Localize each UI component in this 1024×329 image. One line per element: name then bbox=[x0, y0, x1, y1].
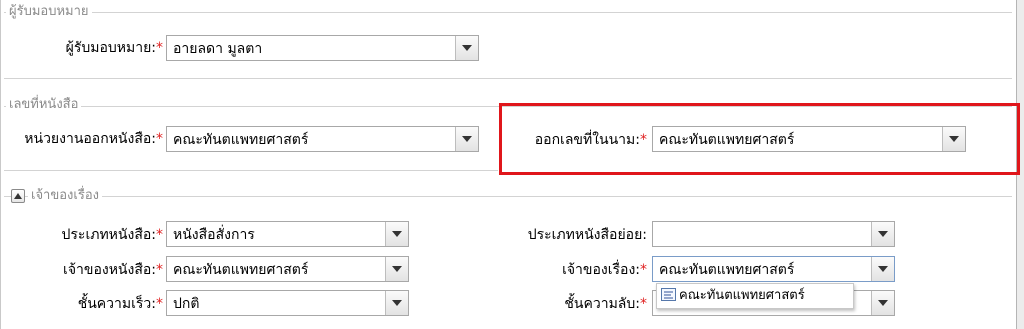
matter-owner-dropdown-list: คณะทันตแพทยศาสตร์ bbox=[656, 283, 854, 309]
required-mark: * bbox=[640, 262, 647, 278]
doc-type-select[interactable]: หนังสือสั่งการ bbox=[166, 221, 409, 247]
section-border-top bbox=[4, 196, 1012, 197]
assignee-select[interactable]: อายลดา มูลตา bbox=[166, 35, 479, 61]
chevron-up-icon bbox=[14, 193, 22, 199]
speed-select[interactable]: ปกติ bbox=[166, 290, 409, 316]
assignee-label-text: ผู้รับมอบหมาย: bbox=[65, 40, 156, 56]
section-border-top bbox=[4, 12, 1012, 13]
speed-select-value: ปกติ bbox=[173, 296, 200, 312]
issuing-unit-label: หน่วยงานออกหนังสือ:* bbox=[0, 130, 163, 148]
collapse-button[interactable] bbox=[11, 189, 25, 203]
chevron-down-icon bbox=[949, 136, 959, 142]
issue-in-name-label: ออกเลขที่ในนาม:* bbox=[500, 131, 647, 149]
matter-owner-select-value: คณะทันตแพทยศาสตร์ bbox=[659, 262, 795, 278]
issuing-unit-select-value: คณะทันตแพทยศาสตร์ bbox=[173, 132, 309, 148]
matter-owner-label-text: เจ้าของเรื่อง: bbox=[562, 262, 640, 278]
doc-subtype-dropdown-button[interactable] bbox=[871, 222, 894, 246]
assignee-legend: ผู้รับมอบหมาย bbox=[6, 4, 92, 20]
required-mark: * bbox=[156, 40, 163, 56]
tree-node-icon bbox=[661, 288, 676, 301]
issue-in-name-select-value: คณะทันตแพทยศาสตร์ bbox=[659, 132, 795, 148]
assignee-label: ผู้รับมอบหมาย:* bbox=[0, 39, 163, 57]
doc-owner-dropdown-button[interactable] bbox=[385, 257, 408, 281]
issue-in-name-select[interactable]: คณะทันตแพทยศาสตร์ bbox=[652, 126, 966, 152]
chevron-down-icon bbox=[462, 45, 472, 51]
chevron-down-icon bbox=[878, 231, 888, 237]
issuing-unit-select[interactable]: คณะทันตแพทยศาสตร์ bbox=[166, 126, 479, 152]
secrecy-label: ชั้นความลับ:* bbox=[480, 295, 647, 313]
doc-type-select-value: หนังสือสั่งการ bbox=[173, 227, 255, 243]
chevron-down-icon bbox=[392, 231, 402, 237]
owner-legend: เจ้าของเรื่อง bbox=[28, 188, 102, 204]
required-mark: * bbox=[156, 227, 163, 243]
dropdown-option[interactable]: คณะทันตแพทยศาสตร์ bbox=[679, 288, 805, 304]
issuing-unit-dropdown-button[interactable] bbox=[455, 127, 478, 151]
matter-owner-label: เจ้าของเรื่อง:* bbox=[480, 261, 647, 279]
required-mark: * bbox=[156, 262, 163, 278]
doc-subtype-select[interactable] bbox=[652, 221, 895, 247]
doc-subtype-label: ประเภทหนังสือย่อย: bbox=[527, 227, 647, 243]
doc-owner-label-text: เจ้าของหนังสือ: bbox=[63, 262, 156, 278]
section-divider bbox=[4, 78, 1012, 79]
speed-label-text: ชั้นความเร็ว: bbox=[77, 296, 156, 312]
matter-owner-dropdown-button[interactable] bbox=[871, 257, 894, 281]
chevron-down-icon bbox=[392, 300, 402, 306]
chevron-down-icon bbox=[878, 300, 888, 306]
doc-owner-select-value: คณะทันตแพทยศาสตร์ bbox=[173, 262, 309, 278]
required-mark: * bbox=[156, 296, 163, 312]
speed-dropdown-button[interactable] bbox=[385, 291, 408, 315]
issue-in-name-dropdown-button[interactable] bbox=[942, 127, 965, 151]
required-mark: * bbox=[156, 131, 163, 147]
secrecy-label-text: ชั้นความลับ: bbox=[564, 296, 640, 312]
chevron-down-icon bbox=[878, 266, 888, 272]
secrecy-dropdown-button[interactable] bbox=[871, 291, 894, 315]
doc-type-label: ประเภทหนังสือ:* bbox=[0, 226, 163, 244]
chevron-down-icon bbox=[462, 136, 472, 142]
speed-label: ชั้นความเร็ว:* bbox=[0, 295, 163, 313]
doc-number-legend: เลขที่หนังสือ bbox=[6, 97, 82, 113]
required-mark: * bbox=[640, 132, 647, 148]
doc-owner-select[interactable]: คณะทันตแพทยศาสตร์ bbox=[166, 256, 409, 282]
section-divider bbox=[4, 170, 498, 171]
issue-in-name-label-text: ออกเลขที่ในนาม: bbox=[534, 132, 640, 148]
assignee-select-value: อายลดา มูลตา bbox=[173, 41, 263, 57]
chevron-down-icon bbox=[392, 266, 402, 272]
required-mark: * bbox=[640, 296, 647, 312]
assignee-select-dropdown-button[interactable] bbox=[455, 36, 478, 60]
list-lines-icon bbox=[664, 291, 673, 299]
issuing-unit-label-text: หน่วยงานออกหนังสือ: bbox=[24, 131, 156, 147]
doc-owner-label: เจ้าของหนังสือ:* bbox=[0, 261, 163, 279]
doc-type-dropdown-button[interactable] bbox=[385, 222, 408, 246]
matter-owner-select[interactable]: คณะทันตแพทยศาสตร์ bbox=[652, 256, 895, 282]
doc-type-label-text: ประเภทหนังสือ: bbox=[61, 227, 156, 243]
